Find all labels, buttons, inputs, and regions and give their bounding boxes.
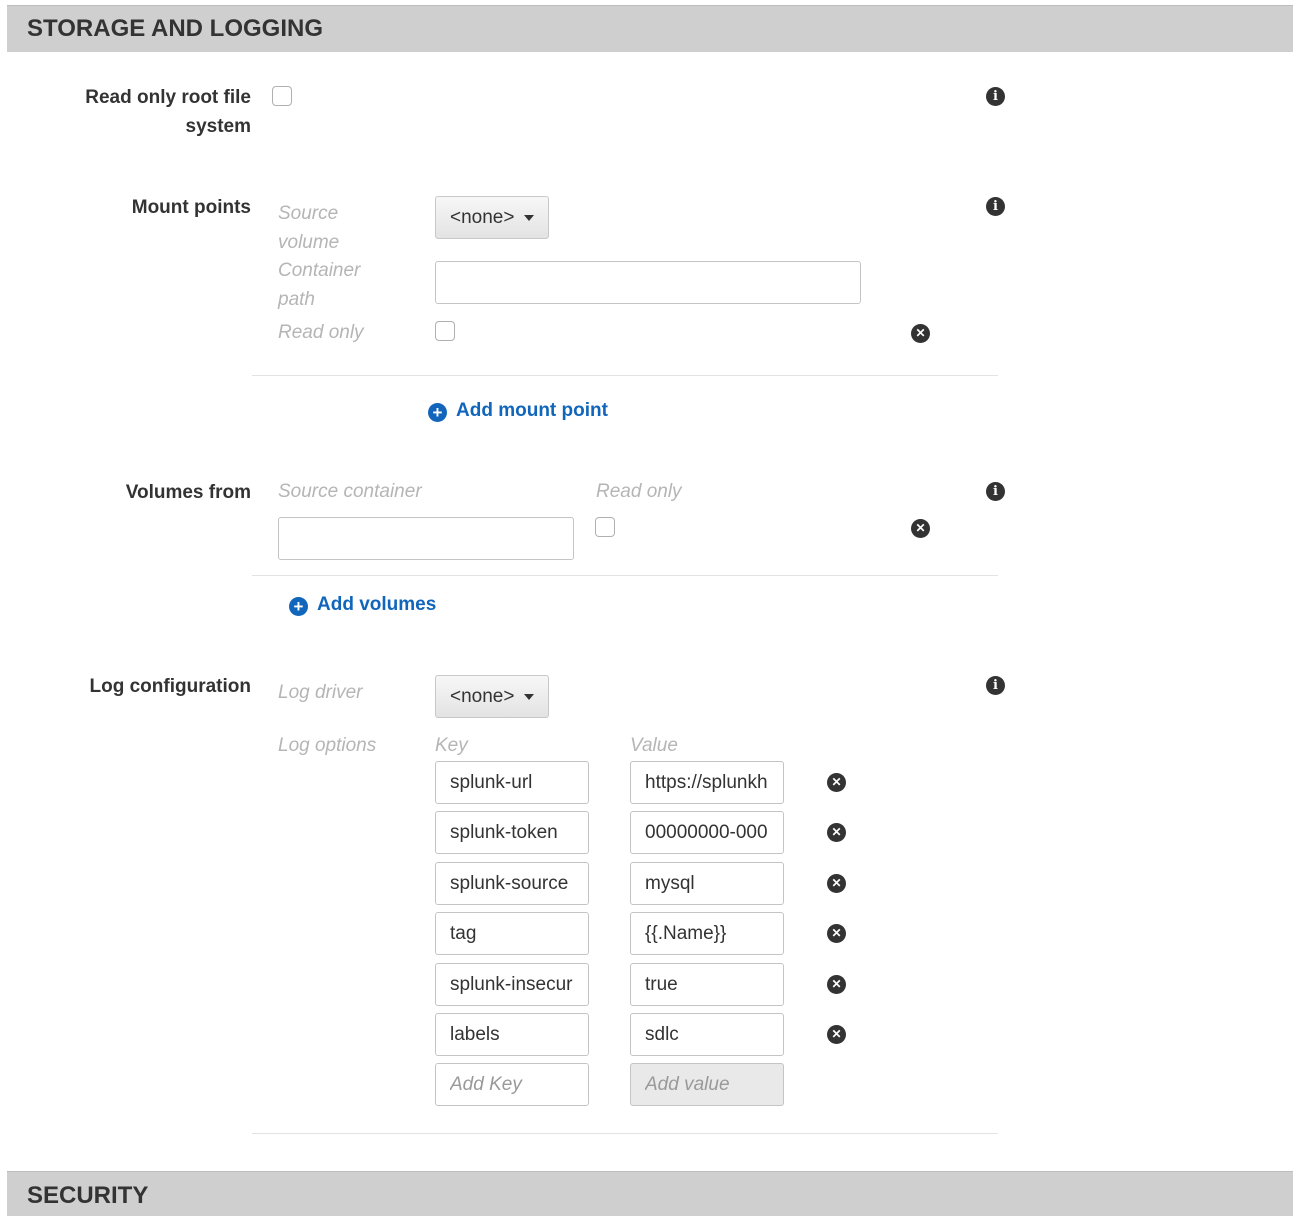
volumes-from-label: Volumes from	[125, 482, 251, 503]
remove-mount-point-icon[interactable]: ✕	[911, 324, 930, 343]
remove-volume-icon[interactable]: ✕	[911, 519, 930, 538]
log-option-key-input[interactable]: tag	[435, 912, 589, 955]
key-column-header: Key	[435, 735, 468, 756]
add-volumes-label: Add volumes	[317, 594, 437, 615]
info-icon[interactable]: i	[986, 87, 1005, 106]
caret-down-icon	[524, 215, 534, 221]
plus-circle-icon: +	[289, 597, 308, 616]
value-column-header: Value	[630, 735, 678, 756]
volumes-read-only-label: Read only	[596, 481, 682, 502]
add-key-input[interactable]	[435, 1063, 589, 1106]
caret-down-icon	[524, 694, 534, 700]
log-driver-select[interactable]: <none>	[435, 675, 549, 718]
remove-log-option-icon[interactable]: ✕	[827, 823, 846, 842]
source-volume-label-line2: volume	[278, 232, 340, 253]
container-path-label-line1: Container	[278, 260, 361, 281]
source-volume-label: Source volume	[278, 199, 339, 257]
storage-section-header: STORAGE AND LOGGING	[7, 5, 1293, 52]
log-option-value-input[interactable]: 00000000-000	[630, 811, 784, 854]
add-volumes-button[interactable]: + Add volumes	[289, 590, 436, 619]
log-option-value-input[interactable]: {{.Name}}	[630, 912, 784, 955]
volumes-from-divider	[252, 575, 998, 576]
log-driver-label: Log driver	[278, 682, 363, 703]
log-option-key-input[interactable]: splunk-url	[435, 761, 589, 804]
info-icon[interactable]: i	[986, 676, 1005, 695]
log-configuration-label: Log configuration	[89, 676, 251, 697]
log-option-value-input[interactable]: https://splunkh	[630, 761, 784, 804]
source-volume-label-line1: Source	[278, 203, 339, 224]
info-icon[interactable]: i	[986, 482, 1005, 501]
source-volume-select[interactable]: <none>	[435, 196, 549, 239]
log-option-key-input[interactable]: splunk-token	[435, 811, 589, 854]
source-container-label: Source container	[278, 481, 422, 502]
mount-read-only-checkbox[interactable]	[435, 321, 455, 341]
mount-read-only-label: Read only	[278, 322, 364, 343]
container-path-input[interactable]	[435, 261, 861, 304]
log-option-key-input[interactable]: labels	[435, 1013, 589, 1056]
log-option-key-input[interactable]: splunk-source	[435, 862, 589, 905]
source-volume-select-value: <none>	[450, 207, 515, 228]
mount-points-label: Mount points	[131, 197, 251, 218]
plus-circle-icon: +	[428, 403, 447, 422]
readonly-root-checkbox[interactable]	[272, 86, 292, 106]
remove-log-option-icon[interactable]: ✕	[827, 773, 846, 792]
remove-log-option-icon[interactable]: ✕	[827, 924, 846, 943]
security-section-title: SECURITY	[27, 1182, 149, 1209]
log-driver-select-value: <none>	[450, 686, 515, 707]
log-options-label: Log options	[278, 735, 377, 756]
add-mount-point-button[interactable]: + Add mount point	[428, 396, 608, 425]
log-option-key-input[interactable]: splunk-insecur	[435, 963, 589, 1006]
readonly-root-label: Read only root file system	[85, 83, 251, 141]
mount-points-divider	[252, 375, 998, 376]
readonly-root-label-line1: Read only root file	[85, 87, 251, 108]
log-option-value-input[interactable]: true	[630, 963, 784, 1006]
source-container-input[interactable]	[278, 517, 574, 560]
remove-log-option-icon[interactable]: ✕	[827, 874, 846, 893]
remove-log-option-icon[interactable]: ✕	[827, 975, 846, 994]
storage-section-title: STORAGE AND LOGGING	[27, 15, 324, 42]
info-icon[interactable]: i	[986, 197, 1005, 216]
container-path-label: Container path	[278, 256, 360, 314]
log-option-value-input[interactable]: mysql	[630, 862, 784, 905]
log-option-value-input[interactable]: sdlc	[630, 1013, 784, 1056]
add-value-input[interactable]	[630, 1063, 784, 1106]
add-mount-point-label: Add mount point	[456, 400, 608, 421]
security-section-header: SECURITY	[7, 1171, 1293, 1216]
log-configuration-divider	[252, 1133, 998, 1134]
container-path-label-line2: path	[278, 289, 315, 310]
remove-log-option-icon[interactable]: ✕	[827, 1025, 846, 1044]
volumes-read-only-checkbox[interactable]	[595, 517, 615, 537]
readonly-root-label-line2: system	[185, 116, 252, 137]
